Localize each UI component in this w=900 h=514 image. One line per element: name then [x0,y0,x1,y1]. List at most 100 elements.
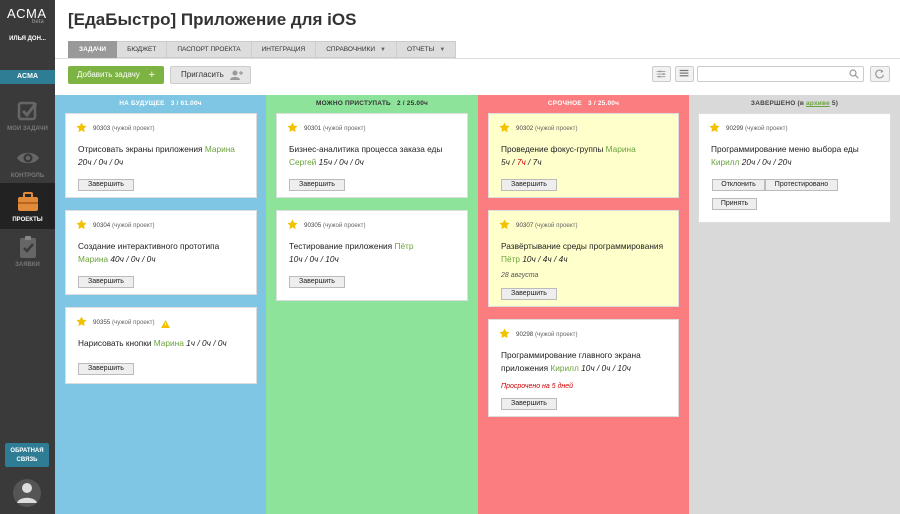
assignee[interactable]: Марина [606,144,636,154]
archive-link[interactable]: архиве [806,100,830,107]
reject-button[interactable]: Отклонить [712,179,765,191]
task-number: 90303 [93,125,111,132]
refresh-button[interactable] [870,66,890,82]
task-hours-planned: 5ч / [501,157,517,167]
task-hours: 40ч / 0ч / 0ч [110,254,156,264]
task-title: Создание интерактивного прототипа Марина… [78,240,219,266]
task-hours: 10ч / 4ч / 4ч [522,254,568,264]
task-card[interactable]: 90303 (чужой проект) Отрисовать экраны п… [65,113,257,198]
task-text: Развёртывание среды программирования [501,241,664,251]
task-title: Нарисовать кнопки Марина 1ч / 0ч / 0ч [78,337,227,350]
star-icon[interactable] [76,122,87,133]
complete-button[interactable]: Завершить [78,363,134,375]
task-id: 90307 (чужой проект) [516,222,578,229]
complete-button[interactable]: Завершить [289,179,345,191]
user-name[interactable]: ИЛЬЯ ДОН... [0,36,55,42]
task-card[interactable]: 90299 (чужой проект) Программирование ме… [698,113,891,223]
nav-my-tasks[interactable]: МОИ ЗАДАЧИ [0,92,55,138]
task-id: 90303 (чужой проект) [93,125,155,132]
complete-button[interactable]: Завершить [501,288,557,300]
page-title: [ЕдаБыстро] Приложение для iOS [68,10,357,29]
foreign-project-note: (чужой проект) [322,222,366,229]
assignee[interactable]: Сергей [289,157,316,167]
column-done: ЗАВЕРШЕНО (в архиве 5) 90299 (чужой прое… [689,95,900,514]
assignee[interactable]: Пётр [501,254,520,264]
nav-control[interactable]: КОНТРОЛЬ [0,139,55,185]
task-hours: 1ч / 0ч / 0ч [186,338,227,348]
support-avatar-icon[interactable] [11,477,43,507]
nav-label: МОИ ЗАДАЧИ [7,126,48,132]
star-icon[interactable] [709,122,720,133]
task-card[interactable]: 90298 (чужой проект) Программирование гл… [488,319,679,417]
star-icon[interactable] [287,122,298,133]
task-number: 90298 [516,331,534,338]
task-card[interactable]: 90355 (чужой проект) Нарисовать кнопки М… [65,307,257,384]
tab-tasks[interactable]: ЗАДАЧИ [68,41,118,58]
task-id: 90298 (чужой проект) [516,331,578,338]
assignee[interactable]: Кирилл [711,157,739,167]
foreign-project-note: (чужой проект) [534,222,578,229]
tab-integration[interactable]: ИНТЕГРАЦИЯ [251,41,317,58]
foreign-project-note: (чужой проект) [111,222,155,229]
task-text: Нарисовать кнопки [78,338,152,348]
search-input[interactable] [697,66,864,82]
column-count: 2 / 25.00ч [396,100,429,107]
nav-label: КОНТРОЛЬ [10,173,45,179]
task-card[interactable]: 90305 (чужой проект) Тестирование прилож… [276,210,468,301]
task-card[interactable]: 90304 (чужой проект) Создание интерактив… [65,210,257,295]
warning-icon [161,320,170,328]
tab-reports[interactable]: ОТЧЕТЫ ▼ [396,41,457,58]
assignee[interactable]: Марина [78,254,108,264]
add-task-button[interactable]: Добавить задачу + [68,66,164,84]
assignee[interactable]: Марина [154,338,184,348]
tab-passport[interactable]: ПАСПОРТ ПРОЕКТА [167,41,252,58]
list-view-button[interactable] [675,66,694,82]
complete-button[interactable]: Завершить [78,179,134,191]
task-title: Развёртывание среды программирования Пёт… [501,240,663,266]
column-header: ЗАВЕРШЕНО (в архиве 5) [689,95,900,112]
complete-button[interactable]: Завершить [501,398,557,410]
complete-button[interactable]: Завершить [501,179,557,191]
assignee[interactable]: Марина [205,144,235,154]
column-header: МОЖНО ПРИСТУПАТЬ 2 / 25.00ч [266,95,478,112]
assignee[interactable]: Кирилл [550,363,578,373]
task-number: 90355 [93,319,111,326]
tab-label: ПАСПОРТ ПРОЕКТА [177,46,241,53]
tab-references[interactable]: СПРАВОЧНИКИ ▼ [316,41,397,58]
filter-settings-button[interactable] [652,66,671,82]
feedback-button[interactable]: ОБРАТНАЯ СВЯЗЬ [5,443,49,467]
assignee[interactable]: Пётр [394,241,413,251]
task-card[interactable]: 90307 (чужой проект) Развёртывание среды… [488,210,679,307]
column-urgent: СРОЧНОЕ 3 / 25.00ч 90302 (чужой проект) … [478,95,689,514]
sliders-icon [656,70,666,78]
star-icon[interactable] [499,219,510,230]
task-id: 90302 (чужой проект) [516,125,578,132]
star-icon[interactable] [76,219,87,230]
complete-button[interactable]: Завершить [78,276,134,288]
chevron-down-icon: ▼ [439,47,446,53]
sidebar: ACMA beta ИЛЬЯ ДОН... ACMA МОИ ЗАДАЧИ КО… [0,0,55,514]
task-card[interactable]: 90301 (чужой проект) Бизнес-аналитика пр… [276,113,468,198]
accept-button[interactable]: Принять [712,198,757,210]
invite-button[interactable]: Пригласить [170,66,251,84]
column-ready: МОЖНО ПРИСТУПАТЬ 2 / 25.00ч 90301 (чужой… [266,95,478,514]
complete-button[interactable]: Завершить [289,276,345,288]
tab-budget[interactable]: БЮДЖЕТ [117,41,168,58]
task-id: 90355 (чужой проект) [93,319,155,326]
foreign-project-note: (чужой проект) [534,125,578,132]
org-badge[interactable]: ACMA [0,70,55,84]
nav-projects[interactable]: ПРОЕКТЫ [0,183,55,229]
star-icon[interactable] [76,316,87,327]
tested-button[interactable]: Протестировано [765,179,838,191]
task-card[interactable]: 90302 (чужой проект) Проведение фокус-гр… [488,113,679,198]
nav-requests[interactable]: ЗАЯВКИ [0,228,55,274]
task-number: 90299 [726,125,744,132]
star-icon[interactable] [499,328,510,339]
column-count: 3 / 61.00ч [170,100,202,107]
star-icon[interactable] [287,219,298,230]
nav-label: ЗАЯВКИ [15,262,40,268]
chevron-down-icon: ▼ [380,47,386,53]
star-icon[interactable] [499,122,510,133]
feedback-label-2: СВЯЗЬ [16,457,38,463]
overdue-note: Просрочено на 5 дней [501,383,574,390]
